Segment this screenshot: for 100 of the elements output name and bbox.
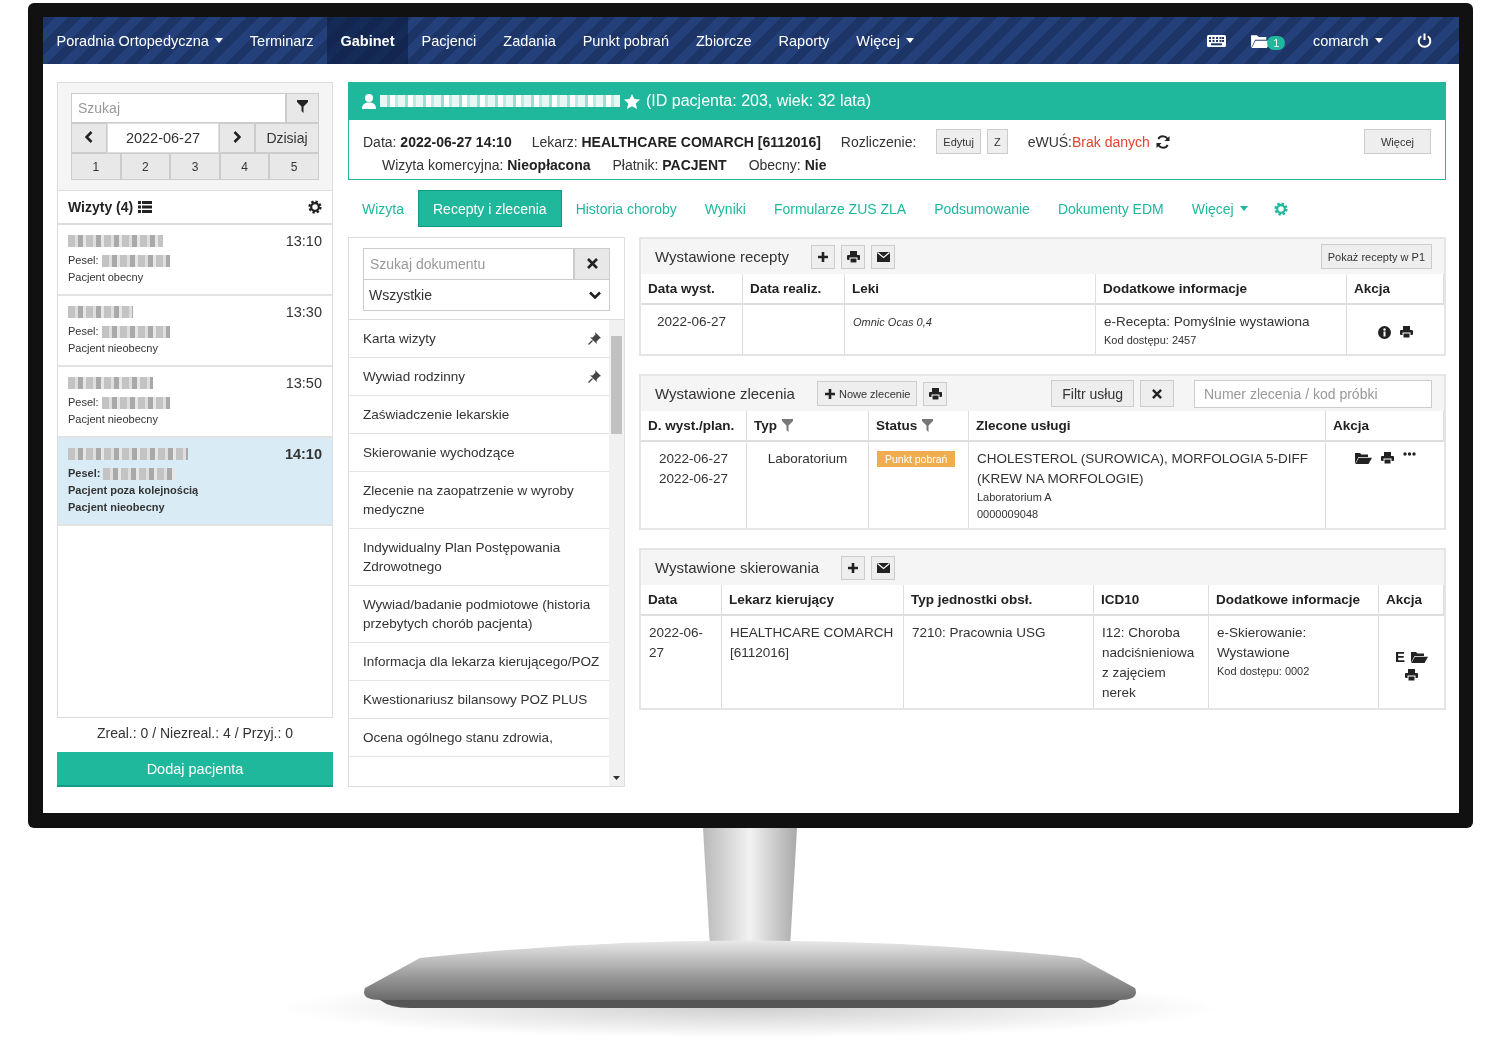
caret-icon	[1374, 38, 1383, 43]
folder-icon[interactable]	[1411, 650, 1428, 663]
info-icon[interactable]	[1378, 325, 1391, 339]
document-title: Kwestionariusz bilansowy POZ PLUS	[363, 691, 588, 709]
keyboard-icon[interactable]	[1207, 34, 1227, 47]
column-header: Data	[641, 585, 722, 616]
table-cell-text: CHOLESTEROL (SUROWICA), MORFOLOGIA 5-DIFF (KREW NA MORFOLOGIE)	[977, 450, 1310, 488]
redacted-name	[101, 325, 170, 338]
visit-time: 13:50	[285, 375, 322, 391]
show-prescriptions-button[interactable]: Pokaż recepty w P1	[1320, 244, 1432, 269]
printer-icon[interactable]	[1405, 668, 1418, 681]
print-button[interactable]	[841, 244, 866, 269]
document-title: Zaświadczenie lekarskie	[363, 406, 510, 424]
document-search-field[interactable]: Szukaj dokumentu	[363, 248, 574, 280]
chevron-left-icon	[85, 131, 93, 143]
user-icon	[362, 93, 376, 109]
caret-icon	[1239, 206, 1248, 211]
plus-icon	[847, 561, 860, 574]
document-title: Skierowanie wychodzące	[363, 444, 515, 462]
next-day-button[interactable]	[219, 123, 255, 153]
printer-icon[interactable]	[1400, 326, 1413, 338]
envelope-icon[interactable]	[876, 562, 890, 573]
settings-icon[interactable]	[308, 200, 322, 214]
date-field[interactable]: 2022-06-27	[107, 123, 219, 153]
nav-menu-item[interactable]: Punkt pobrań	[569, 17, 683, 64]
column-header: Akcja	[1333, 418, 1370, 433]
day-button[interactable]: 3	[170, 153, 220, 180]
filter-icon[interactable]	[782, 419, 793, 432]
document-title: Wywiad rodzinny	[363, 368, 465, 386]
billing-button[interactable]: Z	[986, 129, 1008, 154]
notification-badge: 1	[1267, 35, 1286, 50]
column-header: Data realiz.	[743, 274, 845, 305]
pin-icon[interactable]	[588, 370, 601, 383]
visits-title: Wizyty (4)	[68, 199, 134, 215]
visit-item[interactable]: 13:30 Pesel: Pacjent nieobecny	[58, 296, 332, 367]
service-filter-button[interactable]: Filtr usług	[1051, 380, 1134, 407]
nav-menu-item[interactable]: Terminarz	[236, 17, 327, 64]
document-title: Indywidualny Plan Postępowania Zdrowotnego	[363, 539, 562, 576]
e-referral-link[interactable]: E	[1395, 648, 1405, 665]
visit-status: Pacjent obecny	[68, 270, 144, 285]
printer-icon[interactable]	[846, 250, 860, 263]
scrollbar[interactable]	[609, 320, 624, 786]
visit-item[interactable]: 13:10 Pesel: Pacjent obecny	[58, 225, 332, 296]
folder-icon[interactable]	[1354, 452, 1372, 464]
search-field[interactable]: Szukaj	[71, 93, 286, 123]
visit-field: Data: 2022-06-27 14:10	[363, 133, 512, 150]
table-cell-text: Laboratorium	[767, 450, 848, 468]
visit-item[interactable]: 14:10 Pesel: Pacjent poza kolejnością Pacjent nieobecny	[58, 438, 332, 526]
day-button[interactable]: 1	[71, 153, 121, 180]
ewus-status: eWUŚ:Brak danych	[1027, 133, 1150, 150]
order-search-field[interactable]: Numer zlecenia / kod próbki	[1194, 379, 1432, 408]
visit-status: Pacjent nieobecny	[68, 500, 165, 515]
nav-menu-item[interactable]: Pacjenci	[408, 17, 490, 64]
power-icon[interactable]	[1417, 33, 1432, 48]
user-menu[interactable]: comarch	[1299, 17, 1396, 64]
day-button[interactable]: 5	[269, 153, 319, 180]
envelope-icon[interactable]	[876, 251, 890, 262]
email-button[interactable]	[871, 555, 896, 580]
filter-icon[interactable]	[922, 419, 934, 432]
document-type-select[interactable]: Wszystkie	[363, 280, 610, 311]
list-icon[interactable]	[138, 201, 153, 213]
refresh-icon[interactable]	[1155, 134, 1170, 149]
clear-button[interactable]	[1140, 380, 1174, 407]
printer-icon[interactable]	[1380, 452, 1394, 464]
day-button[interactable]: 4	[219, 153, 270, 180]
chevron-right-icon	[233, 131, 241, 143]
scrollbar-thumb[interactable]	[611, 336, 622, 434]
visit-field: Obecny: Nie	[748, 157, 827, 173]
print-button[interactable]	[923, 381, 948, 406]
nav-menu-item[interactable]: Poradnia Ortopedyczna	[43, 17, 237, 64]
nav-menu-item[interactable]: Raporty	[765, 17, 843, 64]
nav-menu-item[interactable]: Gabinet	[327, 17, 408, 64]
more-button[interactable]: Więcej	[1364, 129, 1431, 154]
new-order-button[interactable]: Nowe zlecenie	[816, 381, 918, 406]
nav-menu-item[interactable]: Zbiorcze	[682, 17, 766, 64]
visit-field: Wizyta komercyjna: Nieopłacona	[382, 157, 591, 173]
document-title: Wywiad/badanie podmiotowe (historia przebytych chorób pacjenta)	[363, 596, 592, 633]
add-button[interactable]	[811, 244, 836, 269]
visit-field: Płatnik: PACJENT	[612, 157, 727, 173]
day-button[interactable]: 2	[120, 153, 171, 180]
column-header: Akcja	[1379, 585, 1444, 616]
email-button[interactable]	[871, 244, 896, 269]
previous-day-button[interactable]	[71, 123, 107, 153]
nav-menu-item[interactable]: Więcej	[842, 17, 928, 64]
more-icon[interactable]	[1402, 452, 1416, 456]
add-button[interactable]	[841, 555, 866, 580]
visit-summary: Zreal.: 0 / Niezreal.: 4 / Przyj.: 0	[95, 724, 295, 743]
visit-time: 13:30	[285, 304, 322, 320]
printer-icon[interactable]	[929, 387, 942, 400]
pin-icon[interactable]	[588, 332, 601, 345]
clear-button[interactable]	[574, 248, 610, 280]
document-title: Informacja dla lekarza kierującego/POZ	[363, 653, 600, 671]
pesel-label: Pesel:	[68, 253, 99, 268]
today-button[interactable]: Dzisiaj	[255, 123, 319, 153]
billing-label: Rozliczenie:	[840, 133, 917, 150]
nav-menu-item[interactable]: Zadania	[489, 17, 570, 64]
scroll-down-icon[interactable]	[613, 776, 620, 780]
star-icon[interactable]	[624, 93, 640, 109]
billing-button[interactable]: Edytuj	[936, 129, 981, 154]
filter-button[interactable]	[286, 93, 319, 123]
